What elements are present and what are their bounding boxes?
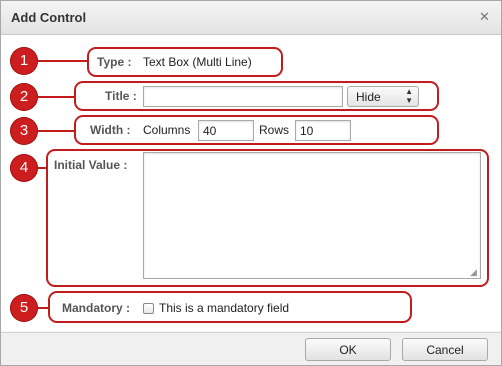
dialog-title: Add Control [11, 10, 87, 25]
step-marker-4: 4 [10, 154, 38, 182]
mandatory-checkbox[interactable] [143, 303, 154, 314]
initial-value-label: Initial Value : [54, 158, 128, 172]
columns-input[interactable] [198, 120, 254, 141]
title-label: Title : [105, 89, 137, 103]
mandatory-checkbox-label[interactable]: This is a mandatory field [159, 301, 289, 315]
cancel-button[interactable]: Cancel [402, 338, 488, 361]
marker-connector [38, 130, 76, 132]
step-marker-2: 2 [10, 83, 38, 111]
close-icon[interactable]: ✕ [479, 9, 490, 25]
select-arrows-icon: ▲ ▼ [405, 87, 413, 105]
dialog-titlebar: Add Control ✕ [1, 1, 501, 35]
mandatory-label: Mandatory : [62, 301, 131, 315]
initial-value-textarea[interactable] [143, 152, 481, 279]
add-control-dialog: Add Control ✕ 1 Type : Text Box (Multi L… [0, 0, 502, 366]
type-value: Text Box (Multi Line) [143, 55, 252, 69]
dialog-footer: OK Cancel [1, 332, 501, 365]
resize-grip-icon[interactable]: ◢ [470, 268, 477, 277]
rows-input[interactable] [295, 120, 351, 141]
marker-connector [38, 60, 89, 62]
title-input[interactable] [143, 86, 343, 107]
step-marker-3: 3 [10, 117, 38, 145]
columns-label: Columns [143, 123, 191, 137]
title-visibility-select[interactable]: Hide ▲ ▼ [347, 86, 419, 107]
marker-connector [38, 96, 76, 98]
width-label: Width : [90, 123, 131, 137]
dialog-body: 1 Type : Text Box (Multi Line) 2 Title :… [1, 35, 501, 331]
type-label: Type : [97, 55, 132, 69]
step-marker-1: 1 [10, 47, 38, 75]
step-marker-5: 5 [10, 294, 38, 322]
ok-button[interactable]: OK [305, 338, 391, 361]
title-visibility-value: Hide [356, 90, 381, 104]
rows-label: Rows [259, 123, 290, 137]
